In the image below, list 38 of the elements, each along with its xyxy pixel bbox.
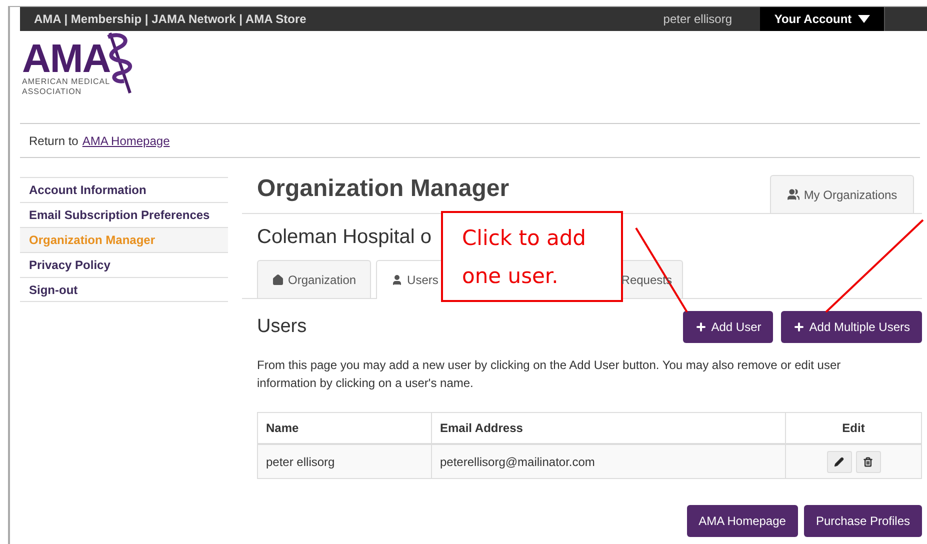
user-name: peter ellisorg [663,11,732,28]
group-icon [786,188,800,201]
home-icon [272,274,284,286]
add-button[interactable]: Add Multiple Users [781,311,922,343]
footer-button[interactable]: Purchase Profiles [804,505,922,537]
tab[interactable]: Organization [257,260,372,298]
section-title: Users [257,314,307,339]
logo-line: ASSOCIATION [22,87,83,97]
table-cell[interactable]: peter ellisorg [258,445,431,478]
organization-name: Coleman Hospital o [257,225,432,250]
callout-text: one user. [462,262,560,290]
pencil-icon [834,456,844,466]
column-header: Email Address [431,413,785,443]
account-menu[interactable]: Your Account [760,7,884,31]
column-header: Name [265,420,300,437]
table-cell: peterellisorg@mailinator.com [431,445,785,478]
sidebar-item[interactable]: Privacy Policy [20,252,228,277]
edit-button[interactable] [826,450,852,472]
plus-icon [695,321,708,333]
sidebar-item[interactable]: Account Information [20,177,228,202]
logo-line: AMERICAN MEDICAL [22,77,110,87]
footer-button[interactable]: AMA Homepage [686,505,798,537]
delete-button[interactable] [856,450,880,472]
page-title: Organization Manager [256,174,510,204]
callout-text: Click to add [462,224,588,252]
trash-icon [863,456,873,466]
site-links[interactable]: AMA | Membership | JAMA Network | AMA Store [20,10,664,28]
add-button[interactable]: Add User [683,311,774,343]
return-label: Return to [29,132,78,150]
plus-icon [793,321,806,333]
description: From this page you may add a new user by clicking on the Add User button. You may also remove or edit user information by clicking on a user's name. [256,357,842,392]
sidebar-item[interactable]: Sign-out [20,277,228,302]
caret-icon [858,15,870,23]
user-icon [391,274,404,286]
my-organizations-tab[interactable]: My Organizations [770,175,914,213]
column-header: Edit [785,413,921,443]
homepage-link[interactable]: AMA Homepage [82,132,170,150]
logo-wordmark: AMA [22,41,110,77]
